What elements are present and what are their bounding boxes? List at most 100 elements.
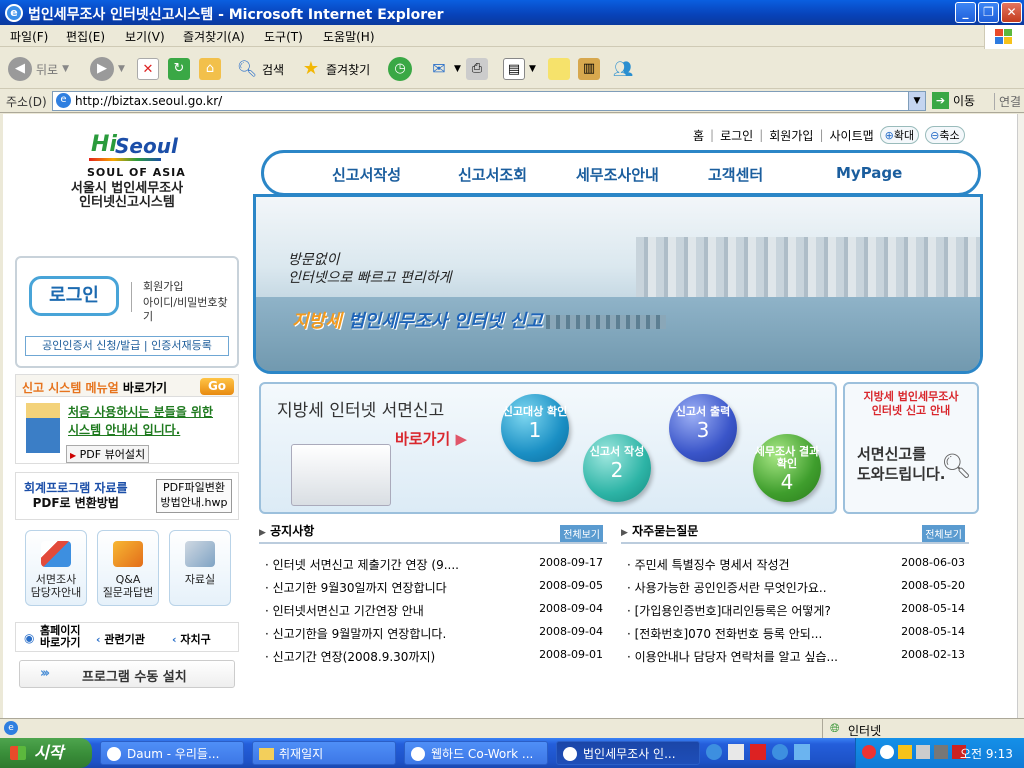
- toplink-home[interactable]: 홈: [693, 127, 704, 144]
- step-2-button[interactable]: 신고서 작성 2: [583, 434, 651, 502]
- go-button[interactable]: ➔ 이동: [932, 92, 975, 109]
- menu-edit[interactable]: 편집(E): [66, 28, 105, 45]
- zoom-in-button[interactable]: ⊕확대: [879, 126, 920, 144]
- faq-row[interactable]: · 사용가능한 공인인증서란 무엇인가요.. 2008-05-20: [621, 575, 969, 598]
- district-link[interactable]: ‹ 자치구: [172, 631, 211, 647]
- print-button[interactable]: ⎙: [466, 55, 488, 83]
- step-2-number: 2: [610, 458, 624, 482]
- account-box: 회계프로그램 자료를 PDF로 변환방법 PDF파일변환 방법안내.hwp: [15, 472, 239, 520]
- tray-icon[interactable]: [934, 745, 948, 759]
- maximize-button[interactable]: ❐: [978, 2, 999, 23]
- login-button[interactable]: 로그인: [29, 276, 119, 316]
- tray-icon[interactable]: [898, 745, 912, 759]
- notice-row[interactable]: · 신고기간 연장(2008.9.30까지) 2008-09-01: [259, 644, 607, 667]
- nav-guide[interactable]: 세무조사안내: [576, 164, 659, 185]
- related-org-link[interactable]: ‹ 관련기관: [96, 631, 145, 647]
- research-button[interactable]: ▥: [578, 55, 600, 83]
- faq-row[interactable]: · 주민세 특별징수 명세서 작성건 2008-06-03: [621, 552, 969, 575]
- notice-row[interactable]: · 신고기한 9월30일까지 연장합니다 2008-09-05: [259, 575, 607, 598]
- zoom-out-button[interactable]: ⊖축소: [925, 126, 965, 144]
- step-1-number: 1: [528, 418, 542, 442]
- ie-launch-icon[interactable]: [706, 744, 722, 760]
- task-biztax[interactable]: 법인세무조사 인...: [556, 741, 700, 765]
- menu-help[interactable]: 도움말(H): [323, 28, 375, 45]
- menu-view[interactable]: 보기(V): [125, 28, 165, 45]
- app-icon[interactable]: [728, 744, 744, 760]
- ie-launch-icon[interactable]: [772, 744, 788, 760]
- notice-row[interactable]: · 인터넷 서면신고 제출기간 연장 (9.... 2008-09-17: [259, 552, 607, 575]
- edit-button[interactable]: ▤ ▼: [503, 55, 536, 83]
- tray-icon[interactable]: [880, 745, 894, 759]
- discuss-button[interactable]: [548, 55, 570, 83]
- home-button[interactable]: ⌂: [199, 55, 221, 83]
- nav-mypage[interactable]: MyPage: [836, 164, 902, 182]
- mail-button[interactable]: ✉ ▼: [428, 55, 461, 83]
- refresh-button[interactable]: ↻: [168, 55, 190, 83]
- cert-issue-link[interactable]: 공인인증서 신청/발급: [42, 339, 140, 352]
- faq-row[interactable]: · 이용안내나 담당자 연락처를 알고 싶습... 2008-02-13: [621, 644, 969, 667]
- tray-icon[interactable]: [862, 745, 876, 759]
- logo-seoul[interactable]: Seoul: [115, 134, 178, 158]
- homepage-link[interactable]: 홈페이지 바로가기: [40, 625, 80, 649]
- find-account-link[interactable]: 아이디/비밀번호찾기: [143, 296, 237, 324]
- messenger-button[interactable]: 👥︎: [612, 55, 634, 83]
- ie-icon: [107, 747, 121, 761]
- favorites-button[interactable]: ★ 즐겨찾기: [300, 55, 370, 83]
- step-4-button[interactable]: 세무조사 결과확인 4: [753, 434, 821, 502]
- back-button[interactable]: ◀ 뒤로 ▼: [8, 55, 69, 83]
- history-button[interactable]: ◷: [388, 55, 412, 83]
- task-webhard[interactable]: 웹하드 Co-Work ...: [404, 741, 548, 765]
- network-icon[interactable]: [916, 745, 930, 759]
- cert-reregister-link[interactable]: 인증서재등록: [151, 339, 212, 352]
- guide-body: 서면신고를 도와드립니다.: [857, 444, 946, 484]
- minimize-button[interactable]: _: [955, 2, 976, 23]
- toplink-join[interactable]: 회원가입: [769, 127, 813, 144]
- task-daum-label: Daum - 우리들...: [127, 747, 220, 761]
- start-button[interactable]: 시작: [0, 738, 92, 768]
- app-icon[interactable]: [794, 744, 810, 760]
- join-link[interactable]: 회원가입: [143, 280, 183, 294]
- login-box: 로그인 회원가입 아이디/비밀번호찾기 공인인증서 신청/발급 | 인증서재등록: [15, 256, 239, 368]
- nav-support[interactable]: 고객센터: [708, 164, 763, 185]
- notice-row[interactable]: · 인터넷서면신고 기간연장 안내 2008-09-04: [259, 598, 607, 621]
- forward-button[interactable]: ▶ ▼: [90, 55, 125, 83]
- notice-date: 2008-09-04: [539, 602, 603, 615]
- manual-description[interactable]: 처음 사용하시는 분들을 위한 시스템 안내서 입니다.: [68, 403, 213, 439]
- notice-row[interactable]: · 신고기한을 9월말까지 연장합니다. 2008-09-04: [259, 621, 607, 644]
- toplink-sitemap[interactable]: 사이트맵: [829, 127, 873, 144]
- menu-tools[interactable]: 도구(T): [264, 28, 303, 45]
- manual-install-button[interactable]: ››› 프로그램 수동 설치: [19, 660, 235, 688]
- menu-file[interactable]: 파일(F): [10, 28, 48, 45]
- address-input[interactable]: e http://biztax.seoul.go.kr/ ▼: [52, 91, 926, 111]
- archive-button[interactable]: 자료실: [169, 530, 231, 606]
- task-folder[interactable]: 취재일지: [252, 741, 396, 765]
- manual-go-button[interactable]: Go: [200, 378, 234, 395]
- clock[interactable]: 오전 9:13: [960, 745, 1013, 762]
- report-guide-box[interactable]: 지방세 법인세무조사 인터넷 신고 안내 서면신고를 도와드립니다. 🔍︎: [843, 382, 979, 514]
- close-button[interactable]: ✕: [1001, 2, 1022, 23]
- written-report-shortcut[interactable]: 바로가기 ▶: [395, 428, 467, 449]
- contact-guide-button[interactable]: 서면조사 담당자안내: [25, 530, 87, 606]
- qna-button[interactable]: Q&A 질문과답변: [97, 530, 159, 606]
- stop-button[interactable]: ✕: [137, 55, 159, 83]
- notice-date: 2008-09-17: [539, 556, 603, 569]
- menu-favorites[interactable]: 즐겨찾기(A): [183, 28, 245, 45]
- faq-row[interactable]: · [가입용인증번호]대리인등록은 어떻게? 2008-05-14: [621, 598, 969, 621]
- pdf-convert-guide-button[interactable]: PDF파일변환 방법안내.hwp: [156, 479, 232, 513]
- task-daum[interactable]: Daum - 우리들...: [100, 741, 244, 765]
- chevron-down-icon[interactable]: ▼: [908, 92, 925, 110]
- pdf-viewer-button[interactable]: ▶ PDF 뷰어설치: [66, 445, 150, 463]
- step-1-button[interactable]: 신고대상 확인 1: [501, 394, 569, 462]
- faq-more-button[interactable]: 전체보기: [922, 525, 965, 542]
- scrollbar[interactable]: [1017, 114, 1024, 718]
- nav-write[interactable]: 신고서작성: [332, 164, 401, 185]
- search-button[interactable]: 🔍︎ 검색: [236, 55, 284, 83]
- step-3-button[interactable]: 신고서 출력 3: [669, 394, 737, 462]
- app-icon[interactable]: [750, 744, 766, 760]
- nav-inquiry[interactable]: 신고서조회: [458, 164, 527, 185]
- notice-more-button[interactable]: 전체보기: [560, 525, 603, 542]
- toplink-login[interactable]: 로그인: [720, 127, 753, 144]
- logo-hi[interactable]: Hi: [91, 132, 117, 157]
- faq-row[interactable]: · [전화번호]070 전화번호 등록 안되... 2008-05-14: [621, 621, 969, 644]
- links-label[interactable]: 연결: [994, 93, 1021, 110]
